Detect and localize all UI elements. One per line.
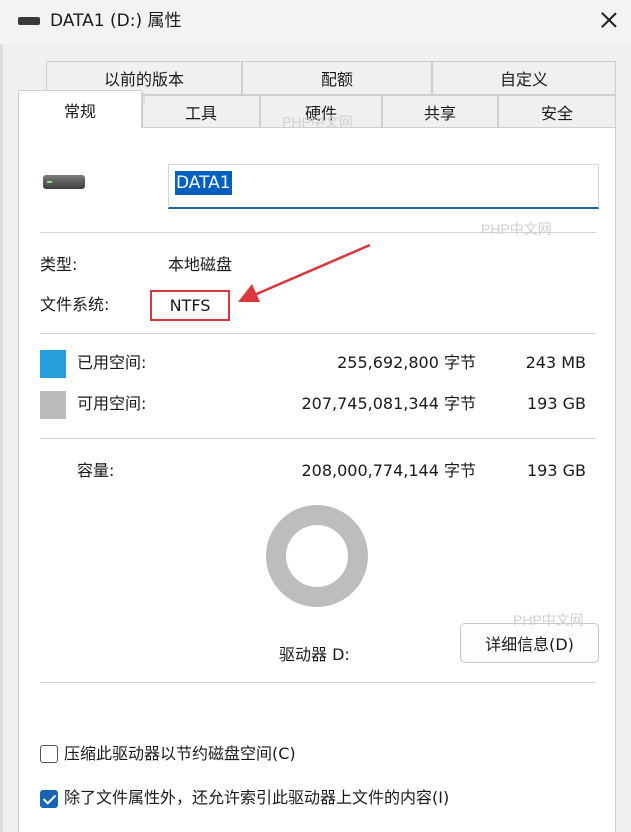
window-edge: [0, 44, 3, 832]
divider: [40, 438, 596, 439]
divider: [40, 682, 596, 683]
watermark: PHP中文网: [282, 114, 353, 130]
watermark: PHP中文网: [513, 612, 584, 628]
used-space-label: 已用空间:: [77, 353, 147, 372]
type-value: 本地磁盘: [168, 255, 233, 274]
usage-donut: [266, 505, 368, 607]
capacity-label: 容量:: [77, 461, 115, 480]
free-space-bytes: 207,745,081,344 字节: [301, 394, 476, 413]
file-system-label: 文件系统:: [40, 295, 110, 314]
compress-label[interactable]: 压缩此驱动器以节约磁盘空间(C): [64, 743, 296, 765]
drive-label: 驱动器 D:: [279, 645, 350, 664]
annotation-arrow: [238, 243, 371, 302]
index-checkbox[interactable]: [40, 790, 58, 808]
free-space-size: 193 GB: [527, 394, 586, 413]
tab-quota[interactable]: 配额: [242, 61, 432, 95]
compress-checkbox[interactable]: [40, 745, 58, 763]
volume-name-text: DATA1: [175, 171, 232, 195]
used-space-size: 243 MB: [525, 353, 586, 372]
file-system-value: NTFS: [150, 290, 230, 321]
tab-tools[interactable]: 工具: [142, 95, 260, 127]
free-space-label: 可用空间:: [77, 394, 147, 413]
used-space-swatch: [40, 350, 66, 378]
type-label: 类型:: [40, 255, 78, 274]
free-space-swatch: [40, 391, 66, 419]
close-button[interactable]: [596, 8, 622, 34]
volume-name-input[interactable]: DATA1: [168, 164, 599, 209]
capacity-bytes: 208,000,774,144 字节: [301, 461, 476, 480]
tab-sharing[interactable]: 共享: [382, 95, 498, 127]
tab-general[interactable]: 常规: [18, 90, 142, 128]
drive-icon: [18, 17, 40, 25]
hard-drive-icon: [43, 175, 85, 189]
window-title: DATA1 (D:) 属性: [50, 11, 182, 31]
used-space-bytes: 255,692,800 字节: [337, 353, 476, 372]
title-bar: DATA1 (D:) 属性: [0, 0, 631, 44]
watermark: PHP中文网: [481, 221, 552, 237]
index-label[interactable]: 除了文件属性外，还允许索引此驱动器上文件的内容(I): [64, 787, 449, 809]
capacity-size: 193 GB: [527, 461, 586, 480]
tab-security[interactable]: 安全: [498, 95, 616, 127]
tab-customize[interactable]: 自定义: [432, 61, 616, 95]
divider: [40, 333, 596, 334]
